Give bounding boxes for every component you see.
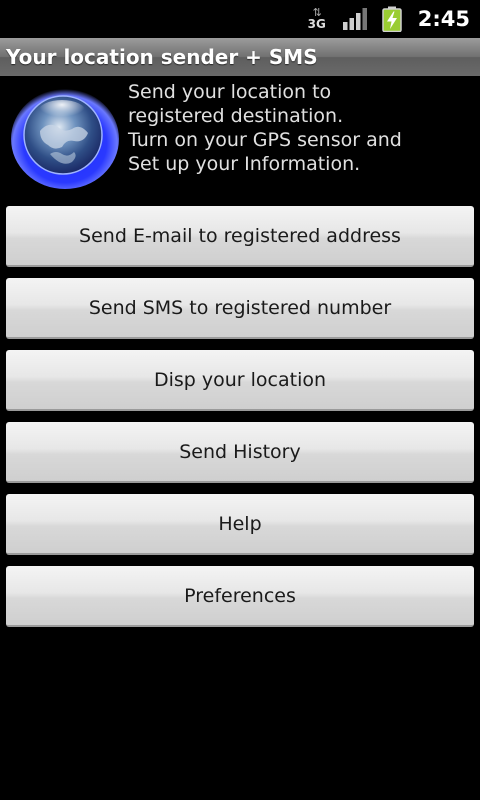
data-transfer-icon: ⇅ 3G xyxy=(307,6,326,31)
send-sms-button[interactable]: Send SMS to registered number xyxy=(6,278,474,339)
battery-charging-icon xyxy=(382,6,402,32)
preferences-button[interactable]: Preferences xyxy=(6,566,474,627)
app-title: Your location sender + SMS xyxy=(6,45,318,69)
description-line-3: Turn on your GPS sensor and xyxy=(128,129,402,151)
app-description: Send your location to registered destina… xyxy=(128,80,473,176)
app-header: Send your location to registered destina… xyxy=(0,76,480,196)
app-title-bar: Your location sender + SMS xyxy=(0,38,480,76)
status-bar: ⇅ 3G 2:45 xyxy=(0,0,480,38)
action-buttons: Send E-mail to registered address Send S… xyxy=(6,206,474,638)
help-button[interactable]: Help xyxy=(6,494,474,555)
display-location-button[interactable]: Disp your location xyxy=(6,350,474,411)
send-email-button[interactable]: Send E-mail to registered address xyxy=(6,206,474,267)
description-line-1: Send your location to xyxy=(128,81,332,103)
signal-icon xyxy=(342,8,367,30)
description-line-4: Set up your Information. xyxy=(128,153,361,175)
clock-time: 2:45 xyxy=(417,7,470,31)
network-type-label: 3G xyxy=(307,17,326,31)
send-history-button[interactable]: Send History xyxy=(6,422,474,483)
description-line-2: registered destination. xyxy=(128,105,344,127)
globe-icon xyxy=(11,89,119,189)
